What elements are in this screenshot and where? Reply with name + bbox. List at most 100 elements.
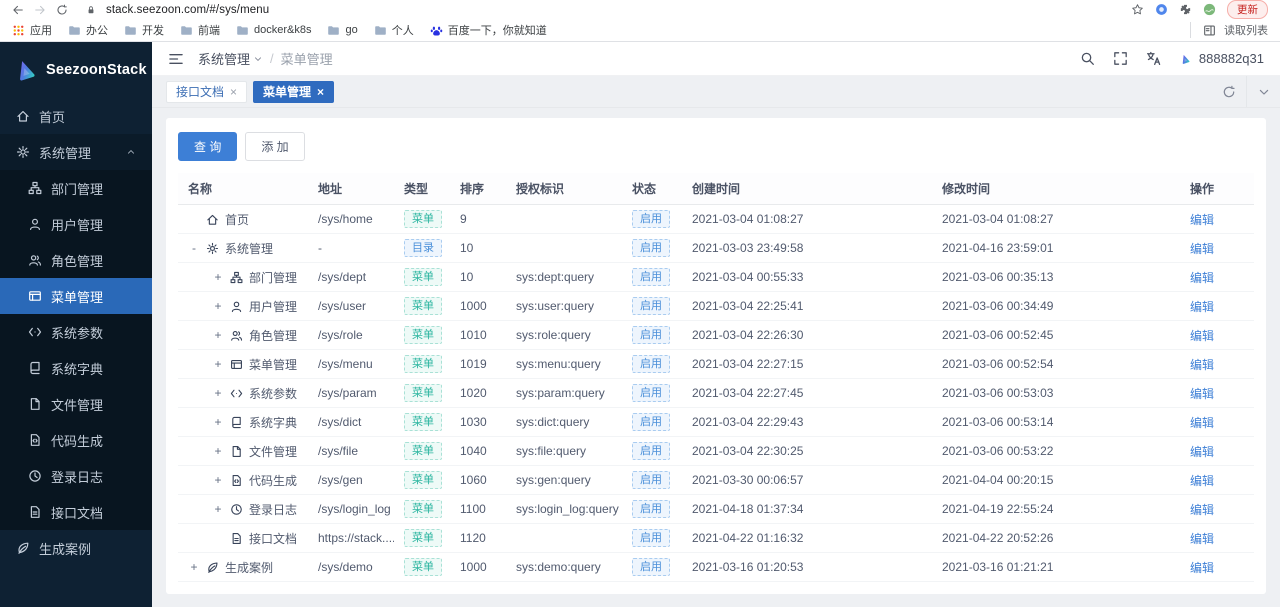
bookmark-dev[interactable]: 开发	[124, 22, 164, 38]
menu-address: /sys/login_log	[308, 495, 394, 524]
sidebar-item-role-mgmt[interactable]: 角色管理	[0, 242, 152, 278]
tree-expander[interactable]: +	[212, 502, 224, 516]
refresh-tab-icon[interactable]	[1212, 76, 1246, 107]
extension-icon[interactable]	[1155, 3, 1168, 16]
search-icon[interactable]	[1080, 51, 1095, 66]
edit-link[interactable]: 编辑	[1190, 503, 1214, 517]
tab-options-chevron-icon[interactable]	[1246, 76, 1280, 107]
menu-sort: 1000	[450, 292, 506, 321]
sidebar-collapse-icon[interactable]	[168, 51, 184, 67]
close-icon[interactable]: ×	[317, 86, 324, 98]
browser-chrome: stack.seezoon.com/#/sys/menu 更新 应用 办公开发前端…	[0, 0, 1280, 42]
codegen-icon	[230, 474, 243, 487]
sidebar-item-sys-dict[interactable]: 系统字典	[0, 350, 152, 386]
bookmark-label: 办公	[86, 22, 108, 38]
fullscreen-icon[interactable]	[1113, 51, 1128, 66]
tree-expander[interactable]: +	[188, 560, 200, 574]
bookmark-baidu[interactable]: 百度一下，你就知道	[430, 22, 547, 38]
edit-link[interactable]: 编辑	[1190, 213, 1214, 227]
sidebar-item-menu-mgmt[interactable]: 菜单管理	[0, 278, 152, 314]
edit-link[interactable]: 编辑	[1190, 329, 1214, 343]
edit-link[interactable]: 编辑	[1190, 445, 1214, 459]
sidebar-item-user-mgmt[interactable]: 用户管理	[0, 206, 152, 242]
reading-list-button[interactable]: 读取列表	[1190, 22, 1268, 38]
tree-expander[interactable]: +	[212, 444, 224, 458]
menu-name: 接口文档	[249, 530, 297, 547]
menu-name: 角色管理	[249, 327, 297, 344]
reload-icon[interactable]	[56, 4, 68, 16]
bookmark-front[interactable]: 前端	[180, 22, 220, 38]
menu-sort: 10	[450, 263, 506, 292]
table-row: +菜单管理/sys/menu菜单1019sys:menu:query启用2021…	[178, 350, 1254, 379]
edit-link[interactable]: 编辑	[1190, 387, 1214, 401]
tree-expander[interactable]: +	[212, 415, 224, 429]
edit-link[interactable]: 编辑	[1190, 561, 1214, 575]
apidoc-icon	[230, 532, 243, 545]
lock-icon[interactable]	[86, 5, 96, 15]
sidebar-item-demo-case[interactable]: 生成案例	[0, 530, 152, 566]
avatar	[1179, 53, 1191, 65]
brand[interactable]: SeezoonStack	[0, 42, 152, 98]
table-row: +生成案例/sys/demo菜单1000sys:demo:query启用2021…	[178, 553, 1254, 582]
tree-expander[interactable]: +	[212, 299, 224, 313]
forward-icon[interactable]	[34, 4, 46, 16]
breadcrumb-parent[interactable]: 系统管理	[198, 49, 263, 68]
sidebar-item-login-log[interactable]: 登录日志	[0, 458, 152, 494]
browser-update-button[interactable]: 更新	[1227, 0, 1268, 19]
edit-link[interactable]: 编辑	[1190, 242, 1214, 256]
address-bar[interactable]: stack.seezoon.com/#/sys/menu	[106, 4, 269, 16]
bookmark-docker[interactable]: docker&k8s	[236, 24, 311, 37]
back-icon[interactable]	[12, 4, 24, 16]
tree-expander[interactable]: +	[212, 328, 224, 342]
sidebar-item-code-gen[interactable]: 代码生成	[0, 422, 152, 458]
menu-permission: sys:gen:query	[506, 466, 622, 495]
edit-link[interactable]: 编辑	[1190, 532, 1214, 546]
log-icon	[230, 503, 243, 516]
browser-profile-avatar[interactable]	[1203, 3, 1216, 16]
user-menu[interactable]: 888882q31	[1179, 51, 1264, 66]
folder-icon	[180, 24, 193, 37]
close-icon[interactable]: ×	[230, 86, 237, 98]
tree-expander[interactable]: +	[212, 357, 224, 371]
modified-time: 2021-03-06 00:53:03	[932, 379, 1180, 408]
edit-link[interactable]: 编辑	[1190, 358, 1214, 372]
menu-name: 系统字典	[249, 414, 297, 431]
sidebar-item-system-mgmt[interactable]: 系统管理	[0, 134, 152, 170]
status-badge: 启用	[632, 384, 670, 402]
translate-icon[interactable]	[1146, 51, 1161, 66]
query-button[interactable]: 查 询	[178, 132, 237, 161]
dict-icon	[230, 416, 243, 429]
edit-link[interactable]: 编辑	[1190, 300, 1214, 314]
sidebar-item-dept-mgmt[interactable]: 部门管理	[0, 170, 152, 206]
menu-permission: sys:param:query	[506, 379, 622, 408]
sidebar-item-api-doc[interactable]: 接口文档	[0, 494, 152, 530]
menu-name: 用户管理	[249, 298, 297, 315]
edit-link[interactable]: 编辑	[1190, 474, 1214, 488]
column-header: 创建时间	[682, 173, 932, 205]
edit-link[interactable]: 编辑	[1190, 416, 1214, 430]
bookmark-apps[interactable]: 应用	[12, 22, 52, 38]
bookmark-star-icon[interactable]	[1131, 3, 1144, 16]
file-icon	[28, 397, 42, 411]
add-button[interactable]: 添 加	[245, 132, 304, 161]
bookmark-go[interactable]: go	[327, 24, 357, 37]
tab-menu-mgmt[interactable]: 菜单管理×	[253, 81, 334, 103]
folder-icon	[236, 24, 249, 37]
tab-api-doc[interactable]: 接口文档×	[166, 81, 247, 103]
tree-expander[interactable]: +	[212, 270, 224, 284]
sidebar-item-file-mgmt[interactable]: 文件管理	[0, 386, 152, 422]
tree-expander[interactable]: -	[188, 241, 200, 255]
extensions-puzzle-icon[interactable]	[1179, 3, 1192, 16]
bookmark-work[interactable]: 办公	[68, 22, 108, 38]
role-icon	[28, 253, 42, 267]
tree-expander[interactable]: +	[212, 386, 224, 400]
sidebar-item-home[interactable]: 首页	[0, 98, 152, 134]
sidebar-item-sys-params[interactable]: 系统参数	[0, 314, 152, 350]
bookmark-personal[interactable]: 个人	[374, 22, 414, 38]
sidebar-item-label: 部门管理	[51, 179, 103, 198]
tree-expander[interactable]: +	[212, 473, 224, 487]
menu-permission	[506, 524, 622, 553]
edit-link[interactable]: 编辑	[1190, 271, 1214, 285]
menu-icon	[28, 289, 42, 303]
menu-permission: sys:demo:query	[506, 553, 622, 582]
